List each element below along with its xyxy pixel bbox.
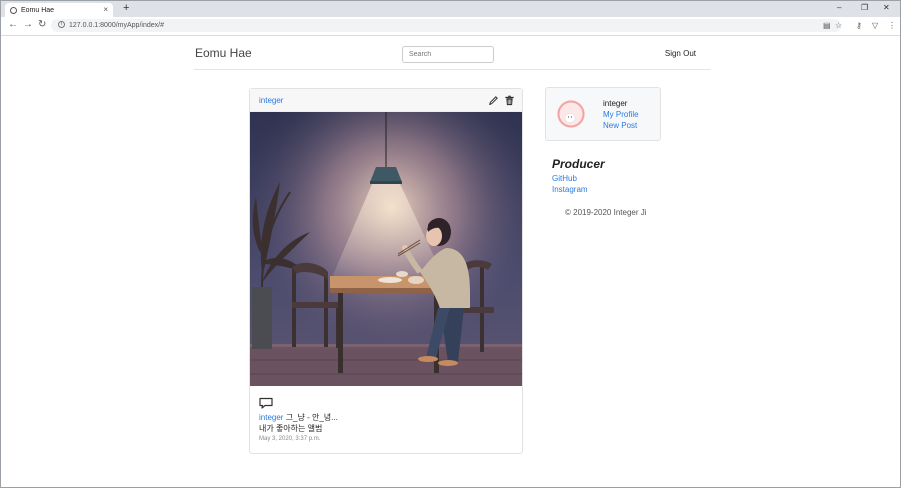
caption-text: 그_냥 - 안_녕...: [283, 413, 338, 422]
post-timestamp: May 3, 2020, 3:37 p.m.: [259, 436, 321, 442]
my-profile-link[interactable]: My Profile: [603, 110, 639, 119]
new-tab-button[interactable]: +: [123, 2, 129, 14]
brand-logo[interactable]: Eomu Hae: [195, 46, 252, 60]
extension-icon[interactable]: ▽: [872, 21, 878, 30]
translate-icon[interactable]: ▤: [823, 19, 831, 32]
avatar[interactable]: [556, 99, 586, 129]
browser-tab[interactable]: Eomu Hae ×: [5, 3, 113, 17]
tab-bar: Eomu Hae × + – ❐ ✕: [1, 1, 900, 17]
sign-out-link[interactable]: Sign Out: [665, 49, 696, 58]
minimize-button[interactable]: –: [837, 3, 841, 12]
info-icon[interactable]: i: [58, 21, 65, 28]
instagram-link[interactable]: Instagram: [552, 185, 588, 194]
menu-kebab-icon[interactable]: ⋮: [888, 21, 896, 30]
copyright-text: © 2019-2020 Integer Ji: [565, 208, 647, 217]
post-username-link[interactable]: integer: [259, 96, 283, 105]
key-icon[interactable]: ⚷: [856, 21, 862, 30]
back-arrow-icon[interactable]: ←: [8, 19, 18, 30]
site-navbar: Eomu Hae Sign Out: [194, 37, 711, 70]
caption-line2: 내가 좋아하는 앨범: [259, 424, 323, 433]
bookmark-star-icon[interactable]: ☆: [835, 19, 842, 32]
caption-username-link[interactable]: integer: [259, 413, 283, 422]
window-close-button[interactable]: ✕: [883, 3, 890, 12]
trash-icon[interactable]: [504, 95, 515, 106]
url-text: 127.0.0.1:8000/myApp/index/#: [69, 22, 164, 29]
profile-card: integer My Profile New Post: [545, 87, 661, 141]
github-link[interactable]: GitHub: [552, 174, 577, 183]
browser-window: Eomu Hae × + – ❐ ✕ ← → ↻ i 127.0.0.1:800…: [0, 0, 901, 488]
post-header: integer: [250, 89, 522, 112]
address-bar: ← → ↻ i 127.0.0.1:8000/myApp/index/# ▤ ☆…: [1, 17, 900, 36]
tab-close-icon[interactable]: ×: [103, 5, 108, 14]
profile-name: integer: [603, 99, 628, 108]
new-post-link[interactable]: New Post: [603, 121, 637, 130]
restore-button[interactable]: ❐: [861, 3, 868, 12]
post-illustration: [250, 112, 522, 386]
url-field[interactable]: i 127.0.0.1:8000/myApp/index/# ▤ ☆: [51, 19, 842, 32]
pencil-icon[interactable]: [488, 95, 499, 106]
globe-icon: [10, 6, 17, 14]
post-card: integer integer 그_냥 - 안_녕... 내가 좋아하는 앨범 …: [249, 88, 523, 454]
tab-title: Eomu Hae: [21, 6, 55, 14]
forward-arrow-icon[interactable]: →: [23, 19, 33, 30]
post-caption: integer 그_냥 - 안_녕...: [259, 412, 338, 423]
reload-icon[interactable]: ↻: [38, 19, 46, 30]
comment-icon[interactable]: [259, 397, 273, 409]
producer-heading: Producer: [552, 157, 605, 171]
search-input[interactable]: [402, 46, 494, 63]
